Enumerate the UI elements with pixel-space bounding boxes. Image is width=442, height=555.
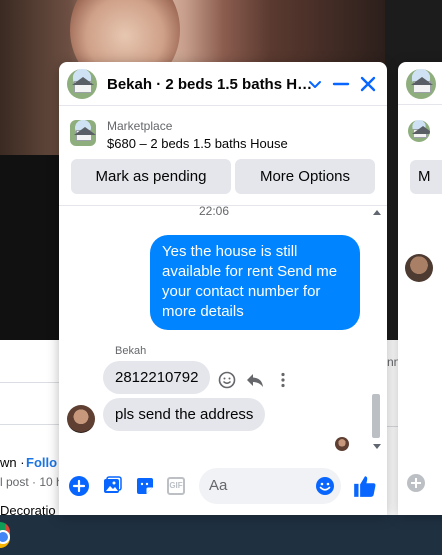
- composer[interactable]: GIF: [59, 462, 387, 515]
- add-icon[interactable]: [407, 474, 425, 492]
- incoming-message[interactable]: pls send the address: [103, 398, 266, 431]
- post-meta: l post · 10 h: [0, 475, 63, 489]
- seen-receipt-avatar: [335, 437, 349, 451]
- emoji-icon[interactable]: [315, 476, 335, 496]
- message-scrollbar[interactable]: [369, 206, 383, 456]
- taskbar: [0, 515, 442, 555]
- contact-avatar[interactable]: [67, 405, 95, 433]
- react-emoji-icon[interactable]: [217, 370, 237, 390]
- close-icon[interactable]: [356, 72, 380, 96]
- follow-link[interactable]: Follo: [26, 455, 57, 470]
- message-list[interactable]: 22:06 Yes the house is still available f…: [59, 204, 387, 456]
- mark-as-pending-button[interactable]: Mark as pending: [71, 159, 231, 194]
- house-avatar-icon: [406, 69, 436, 99]
- divider: [0, 424, 60, 425]
- incoming-message[interactable]: 2812210792: [103, 361, 211, 394]
- chat-title[interactable]: Bekah · 2 beds 1.5 baths H…: [107, 76, 312, 93]
- sender-name: Bekah: [115, 345, 147, 357]
- chat-header[interactable]: Bekah · 2 beds 1.5 baths H…: [59, 62, 387, 106]
- listing-title[interactable]: $680 – 2 beds 1.5 baths House: [107, 136, 288, 151]
- chat-window[interactable]: Bekah · 2 beds 1.5 baths H… Marketplace …: [59, 62, 387, 515]
- thumbs-up-icon[interactable]: [352, 473, 378, 499]
- divider: [0, 382, 60, 383]
- post-author-name[interactable]: wn ·: [0, 455, 25, 470]
- scroll-down-arrow-icon[interactable]: [373, 444, 381, 449]
- chevron-down-icon[interactable]: [303, 72, 327, 96]
- message-input-box[interactable]: [199, 468, 341, 504]
- chat-window-secondary[interactable]: M: [398, 62, 442, 515]
- more-options-button[interactable]: More Options: [235, 159, 375, 194]
- scroll-up-arrow-icon[interactable]: [373, 210, 381, 215]
- gif-icon[interactable]: GIF: [167, 477, 185, 495]
- mark-as-pending-button-secondary[interactable]: M: [410, 160, 442, 194]
- listing-thumbnail-icon: [408, 120, 430, 142]
- listing-thumbnail-icon: [70, 120, 96, 146]
- chat-header-secondary[interactable]: [398, 62, 442, 105]
- more-icon[interactable]: [273, 370, 293, 390]
- message-timestamp: 22:06: [198, 204, 230, 218]
- add-icon[interactable]: [68, 475, 90, 497]
- scroll-thumb[interactable]: [372, 394, 380, 438]
- house-avatar-icon: [67, 69, 97, 99]
- photo-icon[interactable]: [101, 475, 123, 497]
- sticker-icon[interactable]: [134, 475, 156, 497]
- minimize-icon[interactable]: [329, 72, 353, 96]
- reply-icon[interactable]: [245, 370, 265, 390]
- message-input[interactable]: [209, 477, 309, 494]
- listing-category: Marketplace: [107, 119, 173, 133]
- outgoing-message[interactable]: Yes the house is still available for ren…: [150, 235, 360, 330]
- contact-avatar: [405, 254, 433, 282]
- marketplace-listing[interactable]: Marketplace $680 – 2 beds 1.5 baths Hous…: [59, 106, 387, 206]
